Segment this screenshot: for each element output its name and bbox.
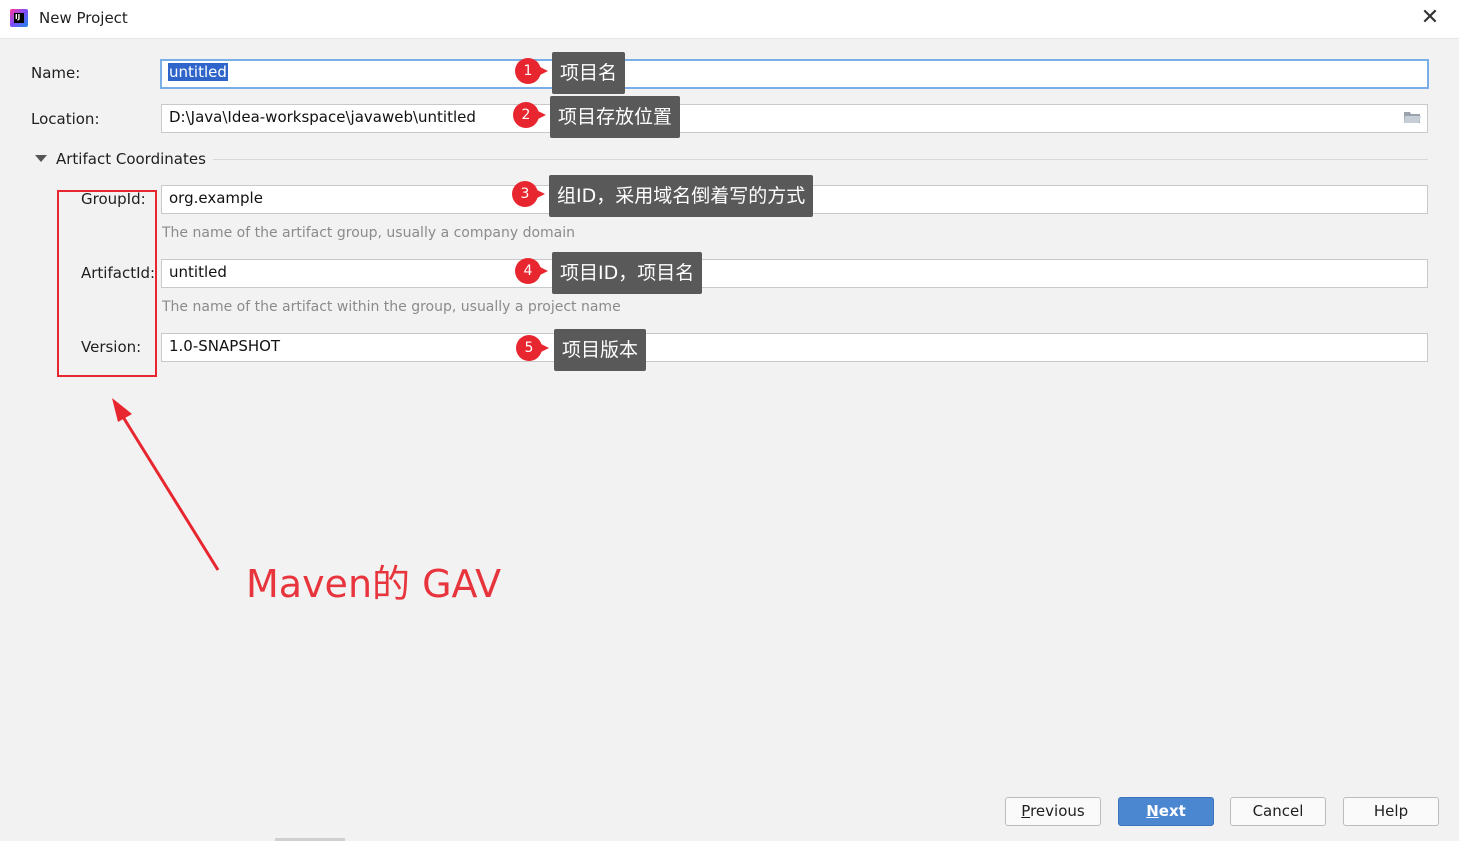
help-button[interactable]: Help: [1343, 797, 1439, 826]
next-button[interactable]: Next: [1118, 797, 1214, 826]
annotation-arrow: [112, 398, 220, 571]
gav-label: Maven的 GAV: [246, 562, 502, 606]
previous-button[interactable]: Previous: [1005, 797, 1101, 826]
cancel-button[interactable]: Cancel: [1230, 797, 1326, 826]
